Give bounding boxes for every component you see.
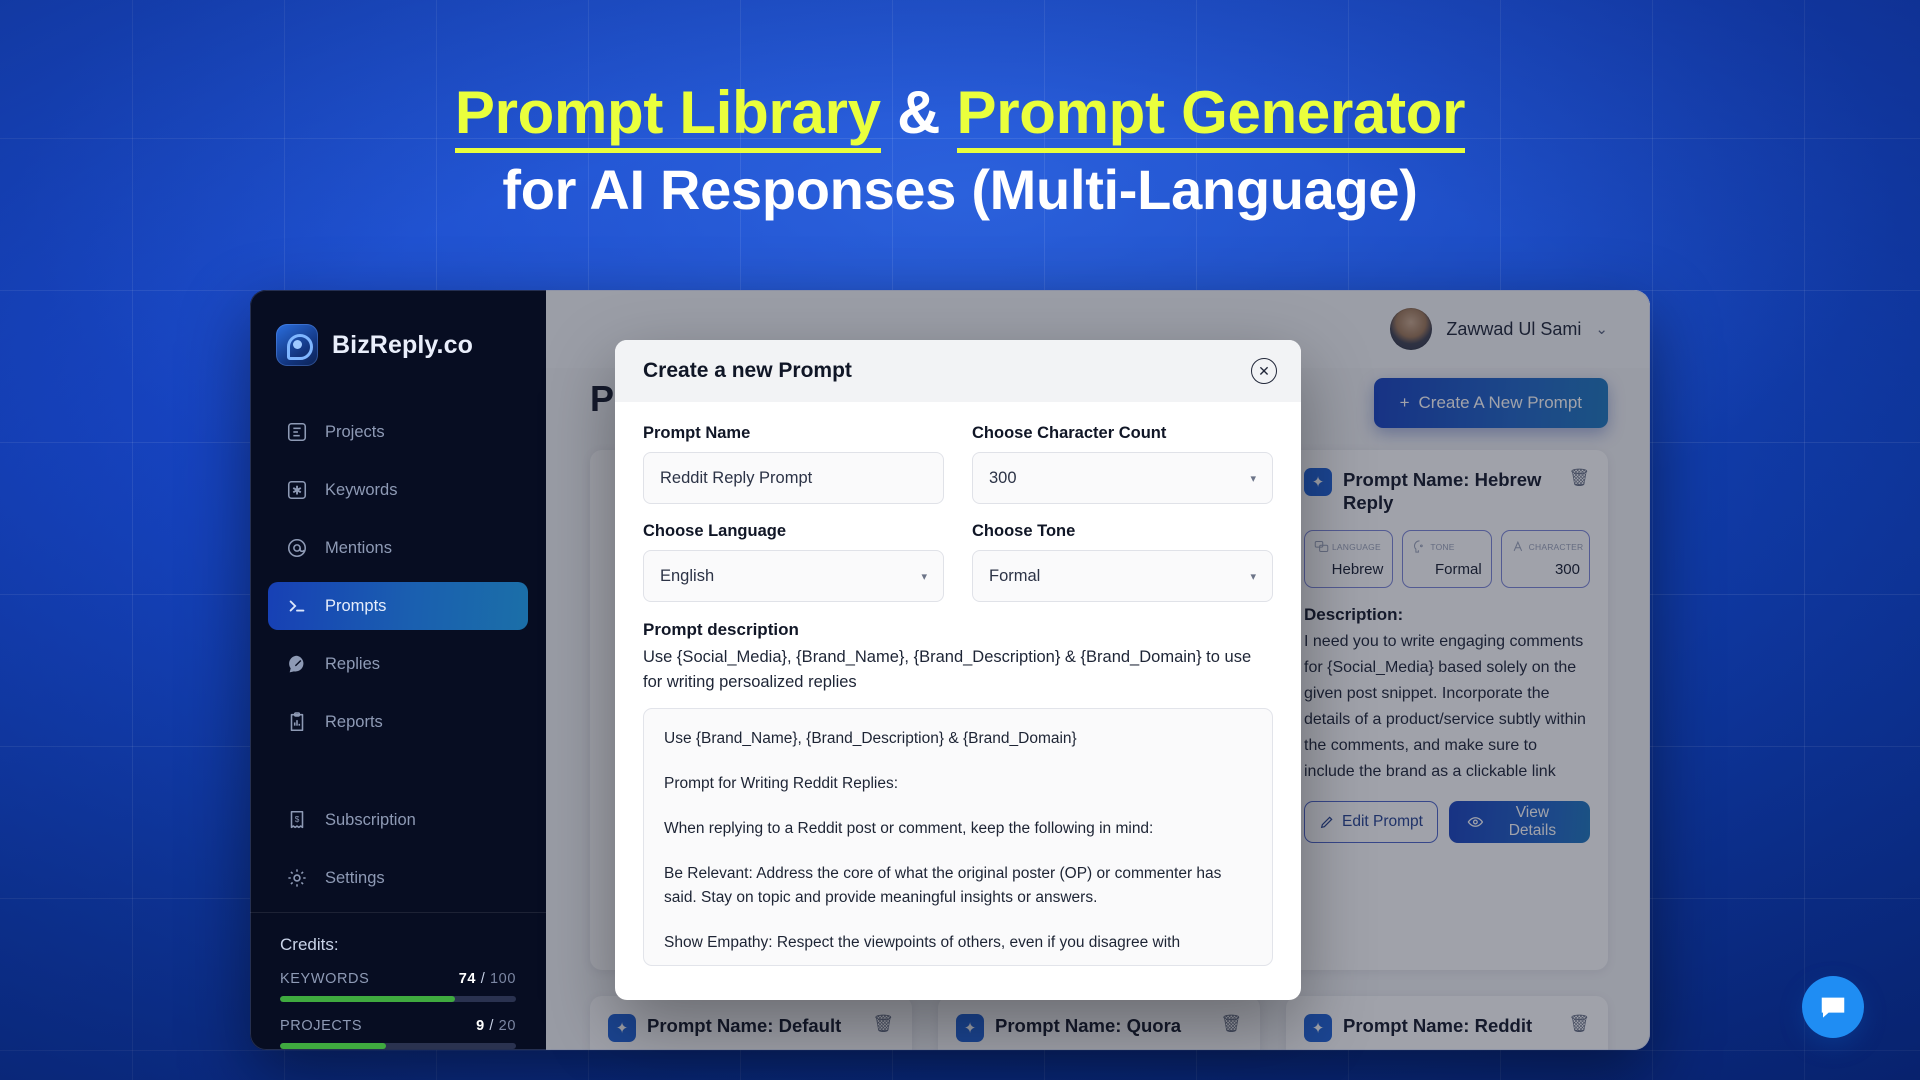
sidebar-item-keywords[interactable]: ✱ Keywords: [268, 466, 528, 514]
headline-ampersand: &: [880, 79, 957, 146]
reports-icon: [286, 711, 308, 733]
textarea-paragraph: When replying to a Reddit post or commen…: [664, 820, 1154, 837]
credit-separator: /: [484, 1018, 499, 1034]
textarea-paragraph: Use {Brand_Name}, {Brand_Description} & …: [664, 729, 1077, 747]
sidebar-nav-primary: Projects ✱ Keywords Mentions Prompts Rep…: [250, 408, 546, 756]
prompts-icon: [286, 595, 308, 617]
sidebar: BizReply.co Projects ✱ Keywords Mentions: [250, 290, 546, 1050]
modal-field-row-1: Prompt Name Reddit Reply Prompt Choose C…: [643, 424, 1273, 522]
tone-select[interactable]: Formal ▾: [972, 550, 1273, 602]
replies-icon: [286, 653, 308, 675]
credits-panel: Credits: KEYWORDS 74 / 100 PROJECTS 9 / …: [250, 912, 546, 1050]
credit-progress-fill: [280, 1043, 387, 1049]
prompt-description-textarea[interactable]: Use {Brand_Name}, {Brand_Description} & …: [643, 707, 1273, 966]
textarea-paragraph: Be Relevant: Address the core of what th…: [664, 865, 1222, 906]
field-tone: Choose Tone Formal ▾: [972, 522, 1273, 602]
gear-icon: [286, 867, 308, 889]
field-label: Choose Character Count: [972, 424, 1167, 442]
brand-logo-area: BizReply.co: [250, 316, 546, 366]
svg-text:$: $: [295, 815, 300, 824]
headline-highlight-prompt-generator: Prompt Generator: [956, 79, 1465, 153]
credit-progress-bar: [280, 1043, 516, 1049]
credit-progress-bar: [280, 996, 516, 1002]
sidebar-item-subscription[interactable]: $ Subscription: [268, 796, 528, 844]
modal-title: Create a new Prompt: [643, 359, 852, 382]
create-prompt-modal: Create a new Prompt ✕ Prompt Name Reddit…: [615, 340, 1301, 1000]
field-character-count: Choose Character Count 300 ▾: [972, 424, 1273, 504]
select-value: English: [660, 566, 715, 585]
sidebar-item-prompts[interactable]: Prompts: [268, 582, 528, 630]
sidebar-item-label: Reports: [325, 712, 383, 731]
mentions-icon: [286, 537, 308, 559]
chevron-down-icon: ▾: [1250, 570, 1256, 583]
language-select[interactable]: English ▾: [643, 550, 944, 602]
field-label: Prompt Name: [643, 424, 751, 442]
prompt-name-input[interactable]: Reddit Reply Prompt: [643, 452, 944, 504]
sidebar-item-label: Settings: [325, 868, 385, 887]
bizreply-logo-icon: [276, 324, 318, 366]
credit-used: 9: [476, 1018, 485, 1034]
credit-label: KEYWORDS: [280, 971, 370, 987]
field-label: Choose Language: [643, 522, 787, 540]
sidebar-item-label: Subscription: [325, 810, 416, 829]
headline-line-2: for AI Responses (Multi-Language): [502, 157, 1418, 221]
chevron-down-icon: ▾: [921, 570, 927, 583]
credit-value: 9 / 20: [476, 1018, 516, 1034]
sidebar-nav-secondary: $ Subscription Settings: [250, 796, 546, 912]
prompt-description-label: Prompt description: [643, 620, 799, 639]
field-prompt-name: Prompt Name Reddit Reply Prompt: [643, 424, 944, 504]
sidebar-item-label: Prompts: [325, 596, 387, 615]
modal-body: Prompt Name Reddit Reply Prompt Choose C…: [615, 402, 1301, 1000]
chevron-down-icon: ▾: [1250, 472, 1256, 485]
headline-line-1: Prompt Library & Prompt Generator: [0, 78, 1920, 153]
sidebar-item-label: Mentions: [325, 538, 392, 557]
headline-highlight-prompt-library: Prompt Library: [454, 79, 881, 153]
sidebar-item-settings[interactable]: Settings: [268, 854, 528, 902]
sidebar-item-replies[interactable]: Replies: [268, 640, 528, 688]
chat-bubble-icon: [1821, 997, 1845, 1018]
textarea-paragraph: Show Empathy: Respect the viewpoints of …: [664, 933, 1181, 951]
close-icon[interactable]: ✕: [1251, 358, 1277, 384]
credit-label: PROJECTS: [280, 1018, 363, 1034]
chat-widget-button[interactable]: [1802, 976, 1864, 1038]
credit-row-projects: PROJECTS 9 / 20: [280, 1018, 516, 1049]
subscription-icon: $: [286, 809, 308, 831]
credits-title: Credits:: [280, 935, 339, 954]
credit-row-keywords: KEYWORDS 74 / 100: [280, 971, 516, 1002]
prompt-description-help-text: Use {Social_Media}, {Brand_Name}, {Brand…: [643, 648, 1252, 691]
textarea-paragraph: Prompt for Writing Reddit Replies:: [664, 774, 899, 792]
modal-header: Create a new Prompt ✕: [615, 340, 1301, 402]
credit-value: 74 / 100: [459, 971, 516, 987]
keywords-icon: ✱: [286, 479, 308, 501]
projects-icon: [286, 421, 308, 443]
svg-text:✱: ✱: [292, 484, 302, 498]
sidebar-item-mentions[interactable]: Mentions: [268, 524, 528, 572]
select-value: Formal: [989, 566, 1041, 585]
sidebar-item-projects[interactable]: Projects: [268, 408, 528, 456]
credit-progress-fill: [280, 996, 455, 1002]
credit-separator: /: [476, 971, 490, 987]
promo-headline: Prompt Library & Prompt Generator for AI…: [0, 78, 1920, 224]
field-label: Choose Tone: [972, 522, 1076, 540]
field-language: Choose Language English ▾: [643, 522, 944, 602]
sidebar-item-label: Replies: [325, 654, 381, 673]
sidebar-item-label: Keywords: [325, 480, 398, 499]
select-value: 300: [989, 468, 1017, 487]
credit-total: 100: [490, 971, 516, 987]
brand-name: BizReply.co: [332, 330, 473, 359]
sidebar-item-label: Projects: [325, 422, 385, 441]
character-count-select[interactable]: 300 ▾: [972, 452, 1273, 504]
modal-field-row-2: Choose Language English ▾ Choose Tone Fo…: [643, 522, 1273, 620]
credit-used: 74: [458, 971, 477, 987]
credit-total: 20: [498, 1018, 516, 1034]
sidebar-item-reports[interactable]: Reports: [268, 698, 528, 746]
